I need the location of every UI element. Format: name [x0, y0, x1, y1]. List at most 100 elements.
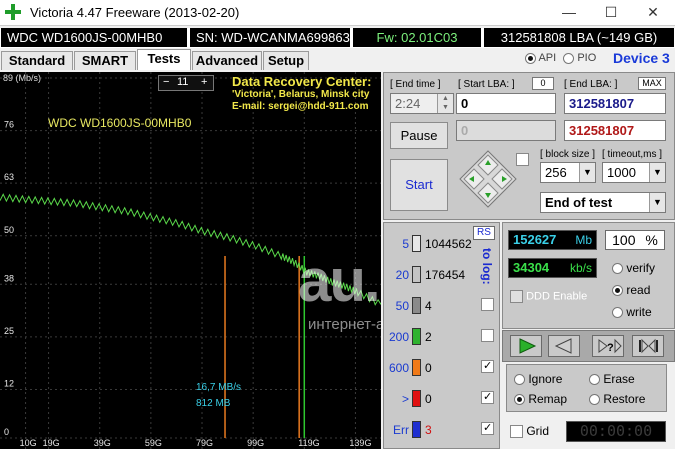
ddd-enable-option[interactable]: DDD Enable: [510, 290, 587, 303]
drive-capacity: 312581808 LBA (~149 GB): [484, 28, 674, 47]
ignore-option[interactable]: Ignore: [514, 372, 562, 386]
close-button[interactable]: ✕: [632, 0, 674, 26]
verify-option[interactable]: verify: [612, 261, 655, 275]
legend-log-checkbox[interactable]: [481, 298, 494, 311]
mb-unit: Mb: [575, 233, 592, 247]
restore-radio[interactable]: [589, 394, 600, 406]
block-size-select[interactable]: 256 ▼: [540, 162, 596, 183]
block-size-dropdown-icon[interactable]: ▼: [579, 163, 595, 182]
tab-advanced[interactable]: Advanced: [192, 51, 262, 70]
restore-option[interactable]: Restore: [589, 392, 645, 406]
timeout-label: [ timeout,ms ]: [602, 149, 663, 160]
ignore-radio[interactable]: [514, 374, 525, 386]
x-tick-label: 10G: [20, 438, 37, 448]
api-radio[interactable]: [525, 52, 536, 64]
write-radio[interactable]: [612, 307, 623, 319]
play-button[interactable]: [510, 335, 542, 357]
timeout-dropdown-icon[interactable]: ▼: [649, 163, 665, 182]
grid-checkbox[interactable]: [510, 425, 523, 439]
direction-checkbox[interactable]: [516, 153, 529, 166]
legend-threshold: 200: [389, 330, 410, 344]
legend-color-swatch: [412, 328, 421, 345]
grid-option[interactable]: Grid: [510, 424, 549, 439]
current-end-lba-field: 312581807: [564, 120, 666, 141]
percent-value: 100: [612, 232, 636, 248]
legend-log-checkbox[interactable]: [481, 390, 494, 404]
end-lba-input[interactable]: 312581807: [564, 93, 666, 114]
tab-smart[interactable]: SMART: [74, 51, 136, 70]
legend-count: 1044562: [425, 237, 472, 251]
end-action-dropdown-icon[interactable]: ▼: [649, 193, 665, 212]
start-lba-input[interactable]: 0: [456, 93, 556, 114]
end-action-select[interactable]: End of test ▼: [540, 192, 666, 213]
tab-standard[interactable]: Standard: [1, 51, 73, 70]
y-tick-label: 50: [4, 225, 14, 235]
pio-radio[interactable]: [563, 52, 575, 64]
play-icon: [519, 338, 537, 354]
legend-log-checkbox[interactable]: [481, 329, 494, 342]
drive-model: WDC WD1600JS-00MHB0: [1, 28, 187, 47]
legend-row: 50 4: [385, 294, 501, 316]
step-minus-button[interactable]: −: [163, 76, 169, 88]
y-tick-label: 25: [4, 326, 14, 336]
ignore-label: Ignore: [528, 372, 563, 386]
end-lba-max-button[interactable]: MAX: [638, 77, 666, 90]
legend-row: 600 0: [385, 356, 501, 378]
legend-row: >0: [385, 387, 501, 409]
step-value: 11: [177, 76, 189, 88]
skip-end-button[interactable]: [632, 335, 664, 357]
x-tick-label: 119G: [298, 438, 319, 448]
maximize-button[interactable]: ☐: [590, 0, 632, 26]
ddd-enable-checkbox[interactable]: [510, 290, 523, 303]
erase-option[interactable]: Erase: [589, 372, 635, 386]
remap-radio[interactable]: [514, 394, 525, 406]
timeout-select[interactable]: 1000 ▼: [602, 162, 666, 183]
end-time-field[interactable]: 2:24 ▲ ▼: [390, 93, 454, 114]
read-option[interactable]: read: [612, 283, 650, 297]
legend-log-checkbox[interactable]: [481, 359, 494, 373]
percent-counter: 100 %: [605, 230, 665, 250]
remap-option[interactable]: Remap: [514, 392, 567, 406]
verify-radio[interactable]: [612, 263, 623, 275]
legend-log-checkbox[interactable]: [481, 421, 494, 435]
verify-label: verify: [626, 261, 656, 275]
read-radio[interactable]: [612, 285, 623, 297]
end-lba-label: [ End LBA: ]: [564, 79, 618, 90]
current-lba-field: 0: [456, 120, 556, 141]
legend-threshold: 20: [395, 268, 409, 282]
legend-row: Err 3: [385, 418, 501, 440]
step-spinner[interactable]: − 11 +: [158, 75, 214, 91]
window-title: Victoria 4.47 Freeware (2013-02-20): [30, 5, 240, 20]
start-button[interactable]: Start: [390, 159, 448, 211]
minimize-button[interactable]: —: [548, 0, 590, 26]
write-option[interactable]: write: [612, 305, 652, 319]
skip-unknown-icon: ?: [598, 338, 622, 354]
legend-color-swatch: [412, 266, 421, 283]
direction-pad[interactable]: [458, 149, 518, 209]
legend-count: 2: [425, 330, 432, 344]
percent-unit: %: [645, 232, 658, 248]
tab-tests[interactable]: Tests: [137, 49, 191, 70]
y-tick-label: 76: [4, 120, 14, 130]
erase-radio[interactable]: [589, 374, 600, 386]
promo-email[interactable]: E-mail: sergei@hdd-911.com: [232, 101, 368, 112]
end-time-spin-icon[interactable]: ▲ ▼: [437, 94, 453, 113]
api-label: API: [538, 52, 557, 64]
step-plus-button[interactable]: +: [201, 76, 207, 88]
back-icon: [554, 338, 572, 354]
elapsed-timer: 00:00:00: [566, 421, 666, 442]
legend-color-swatch: [412, 235, 421, 252]
speed-unit: kb/s: [569, 261, 592, 275]
speed-counter: 34304 kb/s: [508, 258, 597, 278]
back-button[interactable]: [548, 335, 580, 357]
skip-unknown-button[interactable]: ?: [592, 335, 624, 357]
pause-button[interactable]: Pause: [390, 122, 448, 149]
legend-threshold: >: [401, 392, 409, 406]
end-action-value: End of test: [545, 195, 613, 210]
legend-color-swatch: [412, 390, 421, 407]
legend-color-swatch: [412, 421, 421, 438]
promo-location: 'Victoria', Belarus, Minsk city: [232, 89, 370, 100]
x-tick-label: 139G: [349, 438, 371, 448]
legend-row: 20 176454: [385, 263, 501, 285]
tab-setup[interactable]: Setup: [263, 51, 309, 70]
